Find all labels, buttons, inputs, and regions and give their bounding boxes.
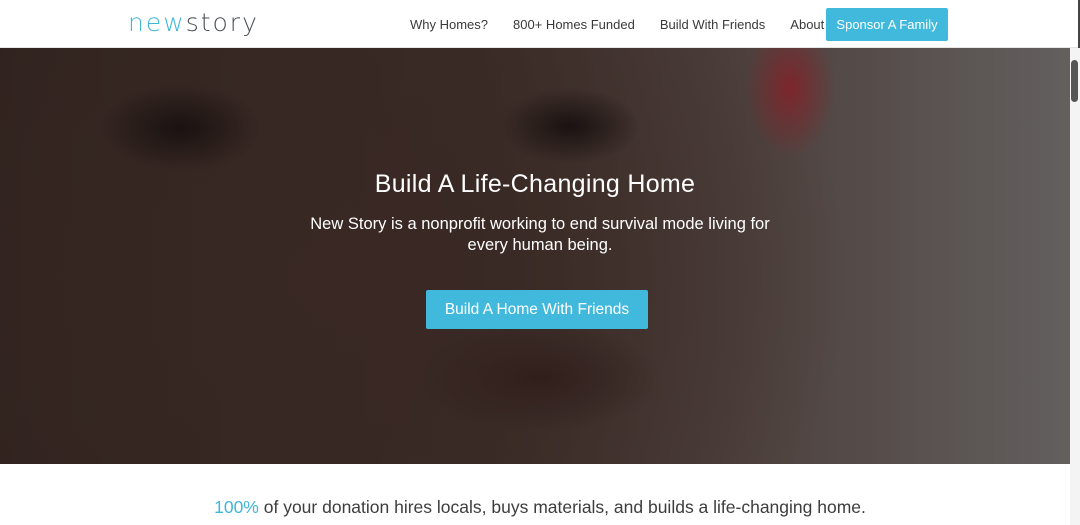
sponsor-family-button[interactable]: Sponsor A Family [826,8,948,41]
hero-section: Build A Life-Changing Home New Story is … [0,48,1070,464]
tagline-percent: 100% [214,497,259,517]
scrollbar-thumb[interactable] [1071,60,1078,102]
build-home-with-friends-button[interactable]: Build A Home With Friends [426,290,648,329]
hero-title: Build A Life-Changing Home [374,170,696,198]
nav-link-homes-funded[interactable]: 800+ Homes Funded [513,17,635,32]
newstory-logo[interactable]: newstory [128,6,259,40]
hero-subtitle: New Story is a nonprofit working to end … [310,215,770,254]
donation-tagline: 100% of your donation hires locals, buys… [0,497,1080,518]
nav-link-why-homes[interactable]: Why Homes? [410,17,488,32]
top-navbar: newstory Why Homes? 800+ Homes Funded Bu… [0,0,1080,48]
hero-image-overlay [0,48,1070,464]
logo-story-text: story [185,8,259,37]
scrollbar-track[interactable] [1070,48,1080,525]
nav-link-build-with-friends[interactable]: Build With Friends [660,17,765,32]
logo-new-text: new [128,8,186,37]
nav-link-about[interactable]: About [790,17,824,32]
nav-links: Why Homes? 800+ Homes Funded Build With … [398,0,849,48]
tagline-text: of your donation hires locals, buys mate… [258,497,866,517]
